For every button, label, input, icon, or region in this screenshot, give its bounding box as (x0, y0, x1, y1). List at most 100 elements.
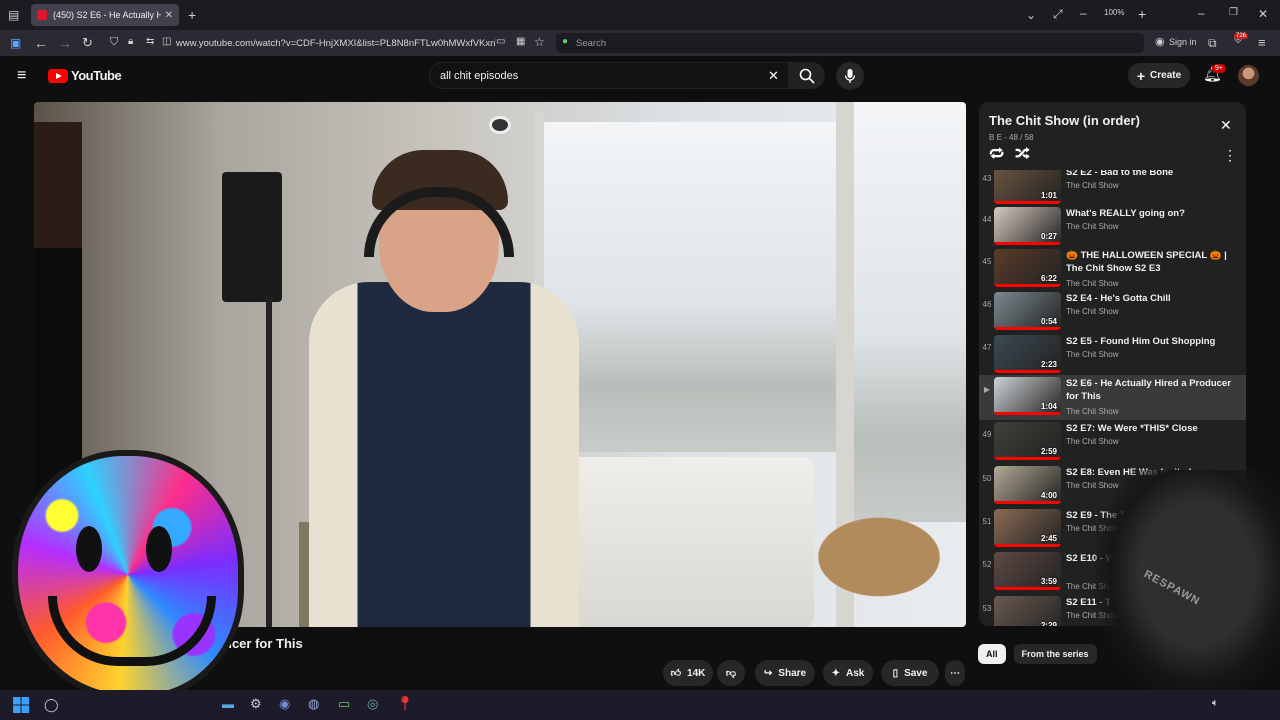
save-button[interactable]: ▯ Save (881, 660, 939, 686)
playlist-item[interactable]: ▶ 1:04 S2 E6 - He Actually Hired a Produce… (979, 375, 1246, 420)
resize-icon[interactable]: ⤢ (1053, 8, 1063, 20)
new-tab-icon[interactable]: + (188, 8, 196, 22)
extensions-icon[interactable]: ⧉ (1208, 37, 1217, 49)
taskbar-browser-icon[interactable]: ◍ (308, 697, 319, 710)
playlist-item-thumbnail[interactable]: 1:04 (994, 377, 1061, 415)
forward-icon[interactable]: → (58, 36, 72, 50)
taskbar-discord-icon[interactable]: ◉ (279, 697, 290, 710)
playlist-item-title[interactable]: S2 E5 - Found Him Out Shopping (1066, 335, 1236, 348)
playlist-item[interactable]: 46 0:54 S2 E4 - He's Gotta Chill The Chit S… (979, 290, 1246, 333)
gaming-chair-overlay (1095, 470, 1280, 700)
taskbar-search-icon[interactable]: ◯ (44, 698, 59, 711)
pip-icon[interactable]: ▭ (496, 37, 505, 47)
voice-search-button[interactable] (836, 62, 864, 90)
playlist-item-thumbnail[interactable]: 0:54 (994, 292, 1061, 330)
playlist-item-title[interactable]: S2 E7: We Were *THIS* Close (1066, 422, 1236, 435)
shield-icon[interactable]: ⛉ (110, 37, 118, 48)
playlist-header: The Chit Show (in order) B E - 48 / 58 ✕… (979, 102, 1246, 170)
dislike-button[interactable]: 👎︎ (717, 660, 745, 686)
addon-badge: 726 (1234, 33, 1249, 39)
driftwood-sculpture (794, 502, 964, 612)
chip-from-the-series[interactable]: From the series (1013, 644, 1097, 664)
playlist-item[interactable]: 49 2:59 S2 E7: We Were *THIS* Close The Chi… (979, 420, 1246, 463)
playlist-item-thumbnail[interactable]: 1:01 (994, 166, 1061, 204)
loop-icon[interactable]: 🔁︎ (989, 147, 1004, 162)
playlist-item-thumbnail[interactable]: 4:00 (994, 466, 1061, 504)
bookmark-star-icon[interactable]: ☆ (534, 36, 545, 48)
sidebar-icon[interactable]: ▣ (10, 37, 21, 49)
playlist-title[interactable]: The Chit Show (in order) (989, 113, 1140, 128)
ask-button[interactable]: ✦ Ask (823, 660, 873, 686)
playlist-item-title[interactable]: S2 E6 - He Actually Hired a Producer for… (1066, 377, 1236, 403)
browser-nav-bar: ▣ ← → ↻ ⛉ 🔒︎ ⇆ ◫ www.youtube.com/watch?v… (0, 30, 1280, 56)
like-button[interactable]: 👍︎ 14K (663, 660, 713, 686)
chip-all[interactable]: All (978, 644, 1006, 664)
reader-view-icon[interactable]: ▦ (516, 37, 525, 47)
menu-icon[interactable]: ≡ (1258, 36, 1266, 49)
account-icon[interactable]: ◉ (1155, 37, 1165, 48)
restore-icon[interactable]: ❐ (1229, 8, 1238, 18)
hamburger-menu-icon[interactable]: ≡ (17, 68, 26, 84)
close-playlist-icon[interactable]: ✕ (1220, 118, 1232, 132)
playlist-item-channel: The Chit Show (1066, 350, 1119, 359)
taskbar-terminal-icon[interactable]: ▭ (338, 697, 350, 710)
playlist-item-thumbnail[interactable]: 2:23 (994, 335, 1061, 373)
volume-icon[interactable]: 🔈︎ (1212, 698, 1219, 709)
playlist-item-title[interactable]: 🎃 THE HALLOWEEN SPECIAL 🎃 | The Chit Sho… (1066, 249, 1236, 275)
zoom-level: 100% (1104, 8, 1125, 17)
window-background (544, 122, 844, 452)
search-button[interactable] (789, 62, 825, 89)
playlist-item-thumbnail[interactable]: 3:59 (994, 552, 1061, 590)
playlist-item-thumbnail[interactable]: 2:45 (994, 509, 1061, 547)
back-icon[interactable]: ← (34, 36, 48, 50)
close-tab-icon[interactable]: ✕ (165, 10, 173, 21)
playlist-item-duration: 4:00 (1040, 491, 1057, 500)
playlist-item-thumbnail[interactable]: 0:27 (994, 207, 1061, 245)
zoom-in-icon[interactable]: + (1138, 7, 1146, 21)
playlist-item-channel: The Chit Show (1066, 181, 1119, 190)
playlist-item[interactable]: 43 1:01 S2 E2 - Bad to the Bone The Chit Sh… (979, 164, 1246, 207)
avatar[interactable] (1238, 65, 1259, 86)
reload-icon[interactable]: ↻ (82, 36, 93, 49)
playlist-item-channel: The Chit Show (1066, 222, 1119, 231)
taskbar-chatgpt-icon[interactable]: ⚙ (250, 697, 262, 710)
taskbar-app-icon[interactable]: ▬ (222, 698, 234, 710)
playlist-item-index: 44 (982, 215, 992, 224)
windows-start-icon[interactable] (13, 697, 29, 713)
share-button[interactable]: ↪ Share (755, 660, 815, 686)
lock-icon: 🔒︎ (128, 36, 134, 47)
playlist-item-channel: The Chit Show (1066, 407, 1119, 416)
chevron-down-icon[interactable]: ⌄ (1026, 9, 1036, 21)
browser-search-box[interactable]: ● Search (556, 33, 1144, 53)
playlist-item-title[interactable]: What's REALLY going on? (1066, 207, 1236, 220)
playlist-item[interactable]: 47 2:23 S2 E5 - Found Him Out Shopping The … (979, 333, 1246, 376)
minimize-icon[interactable]: – (1198, 7, 1205, 19)
close-window-icon[interactable]: ✕ (1258, 8, 1268, 20)
playlist-item-title[interactable]: S2 E4 - He's Gotta Chill (1066, 292, 1236, 305)
playlist-item-thumbnail[interactable]: 6:22 (994, 249, 1061, 287)
taskbar-pin-icon[interactable]: 📍︎ (396, 696, 414, 710)
playlist-more-icon[interactable]: ⋮ (1223, 148, 1237, 162)
zoom-out-icon[interactable]: – (1080, 7, 1087, 19)
share-icon: ↪ (763, 667, 773, 679)
playlist-item-index: 47 (982, 343, 992, 352)
playlist-item-thumbnail[interactable]: 2:59 (994, 422, 1061, 460)
shuffle-icon[interactable]: 🔀︎ (1015, 147, 1030, 162)
taskbar-steam-icon[interactable]: ◎ (367, 697, 378, 710)
youtube-search-input[interactable]: all chit episodes ✕ (429, 62, 789, 89)
microphone-icon (844, 69, 856, 83)
playlist-item[interactable]: 45 6:22 🎃 THE HALLOWEEN SPECIAL 🎃 | The Ch… (979, 247, 1246, 290)
playlist-item[interactable]: 44 0:27 What's REALLY going on? The Chit Sh… (979, 205, 1246, 248)
youtube-logo[interactable]: YouTube (48, 68, 122, 83)
browser-tab[interactable]: (450) S2 E6 - He Actually Hired ✕ (31, 4, 179, 26)
permissions-icon[interactable]: ⇆ (146, 37, 154, 47)
playlist-item-thumbnail[interactable]: 2:29 (994, 596, 1061, 626)
sign-in-link[interactable]: Sign in (1169, 38, 1197, 47)
create-button[interactable]: + Create (1128, 63, 1190, 88)
more-actions-button[interactable]: ⋯ (945, 660, 965, 686)
thumbs-down-icon: 👎︎ (725, 668, 737, 679)
url-bar[interactable]: ⛉ 🔒︎ ⇆ ◫ www.youtube.com/watch?v=CDF-Hnj… (104, 33, 549, 53)
thumbs-up-icon: 👍︎ (670, 668, 682, 679)
tab-list-icon[interactable]: ▤ (8, 9, 19, 21)
clear-search-icon[interactable]: ✕ (768, 69, 779, 82)
